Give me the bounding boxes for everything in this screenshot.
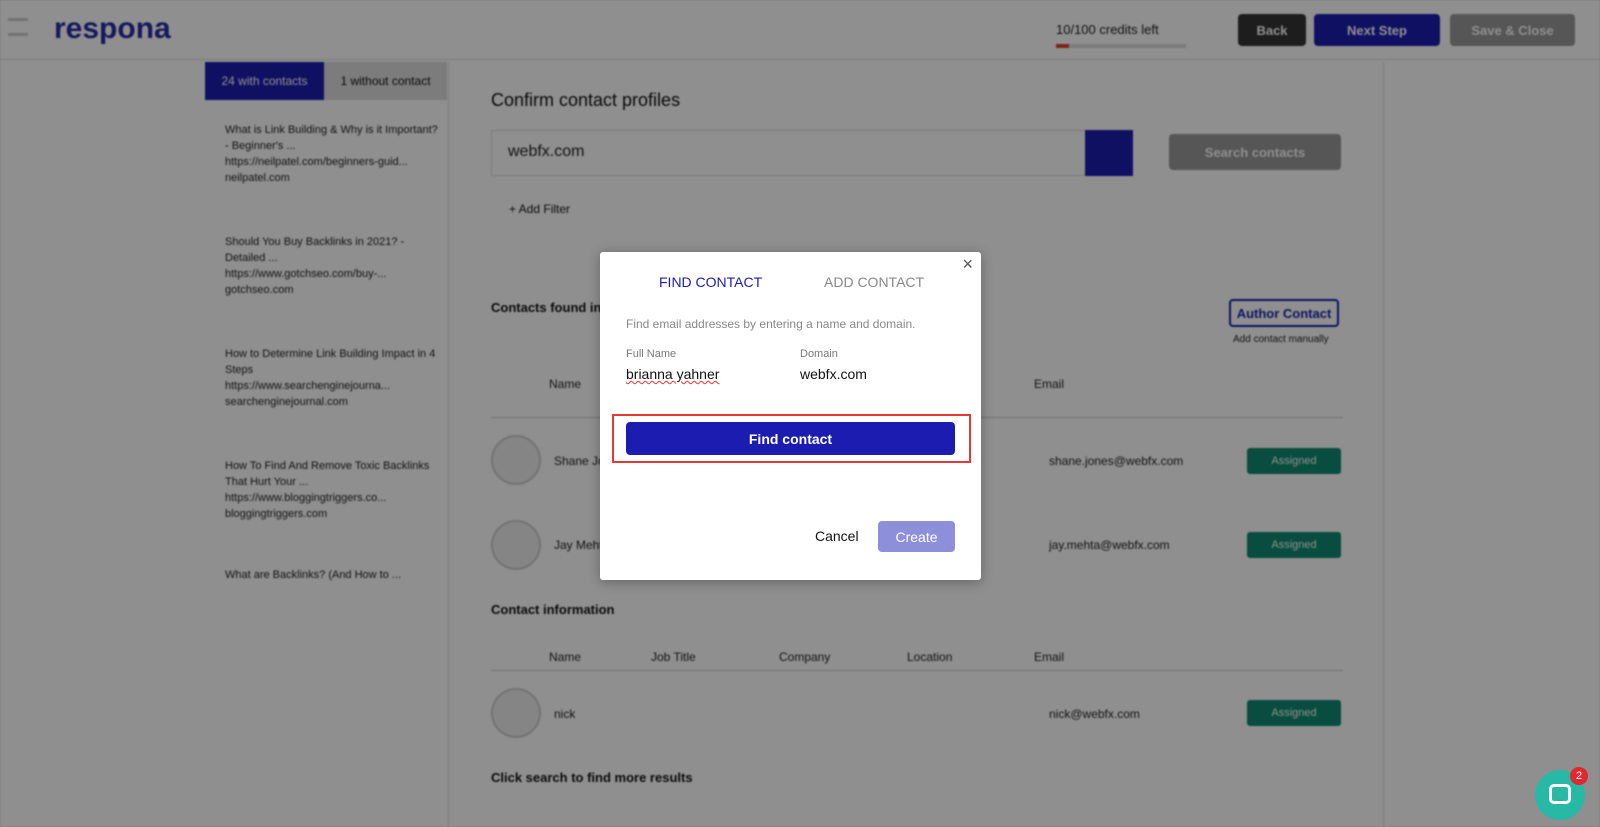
tab-add-contact[interactable]: ADD CONTACT [824,274,924,290]
search-button[interactable] [1085,130,1133,176]
contact-email: shane.jones@webfx.com [1049,454,1184,468]
contact-email: jay.mehta@webfx.com [1049,538,1170,552]
tab-without-contact[interactable]: 1 without contact [324,62,447,100]
logo: respona [54,12,171,45]
sidebar-item[interactable]: What are Backlinks? (And How to ... [225,567,440,583]
column-email: Email [1034,377,1065,391]
sidebar: 24 with contacts 1 without contact What … [205,62,447,827]
column-location: Location [907,650,953,664]
domain-input[interactable]: webfx.com [800,366,960,382]
column-name: Name [549,377,582,391]
search-input[interactable]: webfx.com [491,130,1087,176]
domain-label: Domain [800,348,838,360]
credits-bar [1056,44,1186,48]
credits-text: 10/100 credits left [1056,22,1159,37]
avatar [491,520,541,570]
sidebar-item[interactable]: What is Link Building & Why is it Import… [225,122,440,186]
add-filter-link[interactable]: + Add Filter [509,202,570,216]
tab-find-contact[interactable]: FIND CONTACT [659,274,762,290]
cancel-button[interactable]: Cancel [815,528,859,544]
back-button[interactable]: Back [1238,14,1306,46]
column-job-title: Job Title [651,650,696,664]
column-name: Name [549,650,582,664]
next-step-button[interactable]: Next Step [1314,14,1440,46]
sidebar-item[interactable]: Should You Buy Backlinks in 2021? - Deta… [225,234,440,298]
menu-icon[interactable] [8,18,28,36]
contact-name: nick [554,707,576,721]
create-button[interactable]: Create [878,521,955,552]
contacts-found-heading: Contacts found in [491,300,602,315]
divider [491,670,1343,671]
avatar [491,435,541,485]
page-title: Confirm contact profiles [491,90,681,110]
sidebar-item[interactable]: How to Determine Link Building Impact in… [225,346,440,410]
more-results-text: Click search to find more results [491,770,693,785]
full-name-label: Full Name [626,348,677,360]
column-email: Email [1034,650,1065,664]
contact-info-heading: Contact information [491,602,615,617]
full-name-input[interactable]: brianna yahner [626,366,786,382]
save-close-button[interactable]: Save & Close [1450,14,1575,46]
search-contacts-button[interactable]: Search contacts [1169,134,1341,170]
assigned-button[interactable]: Assigned [1247,448,1341,474]
find-contact-button[interactable]: Find contact [626,422,955,455]
author-contact-button[interactable]: Author Contact [1229,299,1339,327]
modal-description: Find email addresses by entering a name … [626,317,916,331]
close-icon[interactable]: × [962,254,973,275]
sidebar-item[interactable]: How To Find And Remove Toxic Backlinks T… [225,458,440,522]
chat-icon [1549,784,1571,804]
assigned-button[interactable]: Assigned [1247,532,1341,558]
contact-email: nick@webfx.com [1049,707,1140,721]
column-company: Company [779,650,831,664]
tab-with-contacts[interactable]: 24 with contacts [205,62,324,100]
assigned-button[interactable]: Assigned [1247,700,1341,726]
chat-badge: 2 [1570,767,1588,785]
add-manually-text: Add contact manually [1233,334,1329,345]
find-contact-modal: × FIND CONTACT ADD CONTACT Find email ad… [600,252,981,580]
top-bar: respona 10/100 credits left Back Next St… [0,0,1600,60]
avatar [491,688,541,738]
